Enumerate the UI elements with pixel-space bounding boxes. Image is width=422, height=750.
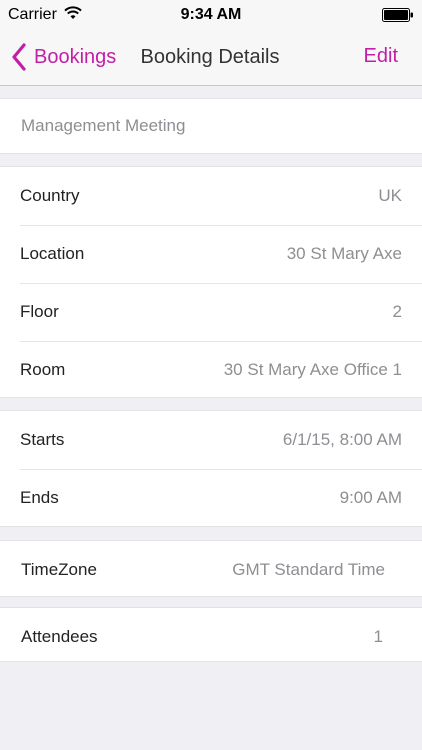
location-value: 30 St Mary Axe [286, 244, 402, 263]
starts-row[interactable]: Starts 6/1/15, 8:00 AM [0, 411, 422, 469]
floor-value: 2 [392, 302, 402, 321]
attendees-row[interactable]: Attendees 1 [0, 608, 422, 666]
attendees-section: Attendees 1 [0, 607, 422, 662]
ends-row[interactable]: Ends 9:00 AM [0, 469, 422, 527]
status-bar: Carrier 9:34 AM [0, 0, 422, 30]
location-section: Country UK Location 30 St Mary Axe Floor… [0, 166, 422, 398]
room-value: 30 St Mary Axe Office 1 [223, 360, 402, 379]
starts-value: 6/1/15, 8:00 AM [282, 430, 402, 449]
page-title: Booking Details [0, 46, 422, 69]
location-row[interactable]: Location 30 St Mary Axe [0, 225, 422, 283]
country-value: UK [378, 186, 402, 205]
ends-value: 9:00 AM [339, 488, 402, 507]
starts-label: Starts [20, 430, 65, 449]
room-row[interactable]: Room 30 St Mary Axe Office 1 [0, 341, 422, 399]
timezone-section: TimeZone GMT Standard Time [0, 540, 422, 597]
attendees-count: 1 [373, 627, 383, 646]
navigation-bar: Bookings Booking Details Edit [0, 30, 422, 86]
edit-button[interactable]: Edit [364, 45, 398, 68]
booking-title: Management Meeting [21, 116, 186, 135]
ends-label: Ends [20, 488, 59, 507]
country-row[interactable]: Country UK [0, 167, 422, 225]
timezone-label: TimeZone [21, 560, 97, 579]
floor-label: Floor [20, 302, 59, 321]
battery-icon [382, 8, 413, 22]
timezone-row[interactable]: TimeZone GMT Standard Time [0, 541, 422, 599]
floor-row[interactable]: Floor 2 [0, 283, 422, 341]
status-time: 9:34 AM [180, 6, 242, 23]
location-label: Location [20, 244, 85, 263]
page-title-text: Booking Details [140, 46, 280, 68]
attendees-label: Attendees [21, 627, 98, 646]
room-label: Room [20, 360, 66, 379]
time-section: Starts 6/1/15, 8:00 AM Ends 9:00 AM [0, 410, 422, 527]
booking-title-section: Management Meeting [0, 98, 422, 154]
country-label: Country [20, 186, 80, 205]
timezone-value: GMT Standard Time [232, 560, 385, 579]
